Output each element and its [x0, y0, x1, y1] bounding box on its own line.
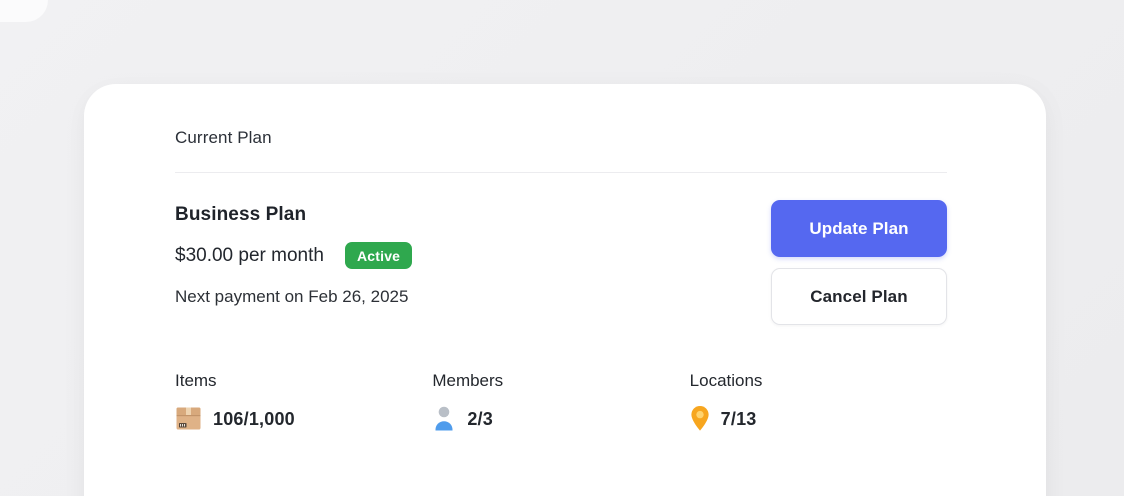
plan-actions: Update Plan Cancel Plan [771, 200, 947, 325]
location-pin-icon [690, 405, 710, 432]
stat-items-label: Items [175, 371, 432, 391]
stat-locations: Locations 7/13 [690, 371, 947, 432]
card-title: Current Plan [175, 128, 947, 148]
update-plan-button[interactable]: Update Plan [771, 200, 947, 257]
divider [175, 172, 947, 173]
usage-stats-row: Items 106/1,000 M [175, 371, 947, 432]
plan-price: $30.00 per month [175, 243, 324, 269]
stat-items: Items 106/1,000 [175, 371, 432, 432]
status-badge: Active [345, 242, 412, 269]
plan-summary-row: Business Plan $30.00 per month Active Ne… [175, 200, 947, 325]
stat-locations-value: 7/13 [721, 407, 757, 431]
next-payment-text: Next payment on Feb 26, 2025 [175, 286, 412, 307]
adjacent-panel-corner [0, 0, 48, 22]
plan-name: Business Plan [175, 203, 412, 226]
person-icon [432, 405, 456, 432]
plan-info: Business Plan $30.00 per month Active Ne… [175, 200, 412, 307]
package-icon [175, 405, 202, 432]
price-line: $30.00 per month Active [175, 242, 412, 269]
stat-members: Members 2/3 [432, 371, 689, 432]
page-background: { "page": { "background_color": "#eeeef0… [0, 0, 1124, 496]
stat-members-label: Members [432, 371, 689, 391]
current-plan-card: Current Plan Business Plan $30.00 per mo… [84, 84, 1046, 496]
stat-members-value: 2/3 [467, 407, 493, 431]
stat-locations-label: Locations [690, 371, 947, 391]
stat-items-value: 106/1,000 [213, 407, 295, 431]
cancel-plan-button[interactable]: Cancel Plan [771, 268, 947, 325]
